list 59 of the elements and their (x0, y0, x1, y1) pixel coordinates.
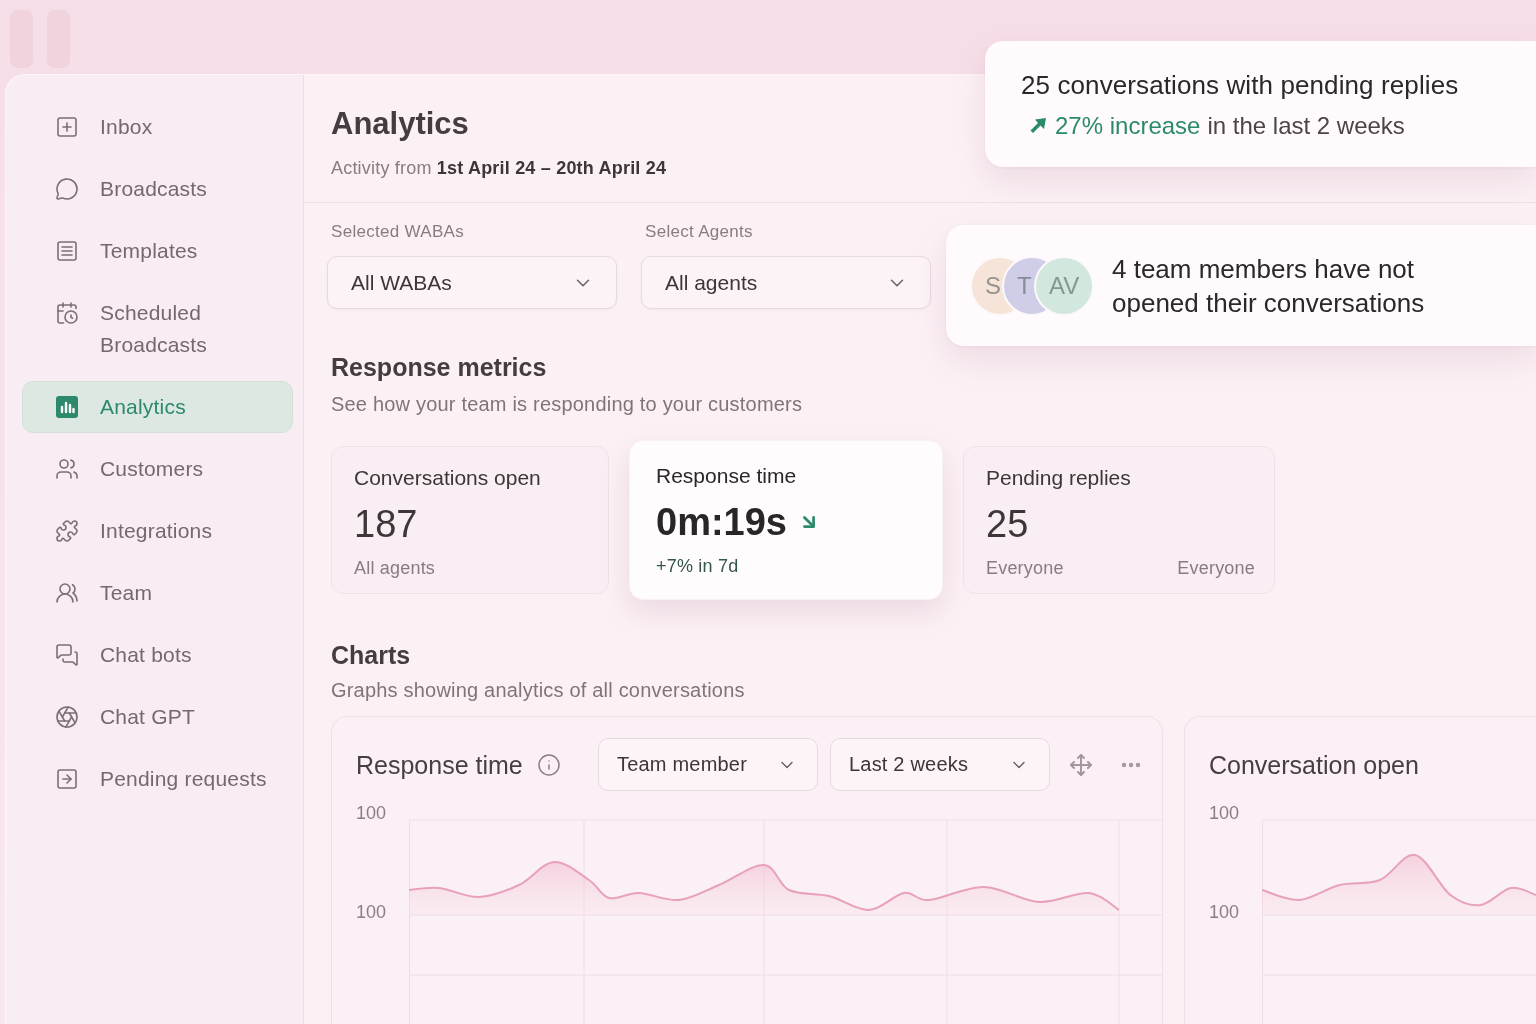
axis-label: 100 (1209, 804, 1240, 822)
metric-caption: All agents (354, 557, 436, 580)
list-square-icon (55, 239, 79, 263)
axis-label: 100 (356, 804, 387, 822)
notification-message: 4 team members have not opened their conversations (1112, 252, 1426, 320)
notification-title: 25 conversations with pending replies (1021, 69, 1459, 102)
metric-caption: +7% in 7d (656, 555, 739, 578)
metric-title: Response time (656, 463, 797, 489)
chat-bubbles-icon (55, 643, 79, 667)
section-subtitle: See how your team is responding to your customers (331, 392, 803, 417)
section-title: Charts (331, 640, 411, 671)
metric-value: 25 (986, 502, 1029, 546)
aperture-icon (55, 705, 79, 729)
sidebar-item[interactable]: Templates (22, 225, 293, 277)
chat-bubble-icon (55, 177, 79, 201)
metric-value: 0m:19s (656, 500, 787, 544)
metric-value: 187 (354, 502, 418, 546)
filter-label: Select Agents (645, 221, 753, 243)
square-plus-icon (55, 115, 79, 139)
bar-chart-icon (55, 395, 79, 419)
avatar-initials: T (1017, 271, 1032, 300)
trend-period-text: in the last 2 weeks (1207, 111, 1405, 141)
select-dropdown[interactable]: Team member (598, 738, 818, 791)
filter-label: Selected WABAs (331, 221, 464, 243)
sidebar-item[interactable]: Scheduled Broadcasts (22, 287, 293, 371)
sidebar-item[interactable]: Pending requests (22, 753, 293, 805)
metric-title: Conversations open (354, 465, 541, 491)
section-title: Response metrics (331, 352, 547, 383)
section-subtitle: Graphs showing analytics of all conversations (331, 678, 745, 703)
metric-caption: Everyone (1177, 557, 1255, 580)
page-title: Analytics (331, 105, 469, 143)
sidebar-item[interactable]: Analytics (22, 381, 293, 433)
metric-caption: Everyone (986, 557, 1064, 580)
select-dropdown[interactable]: All agents (641, 256, 931, 309)
puzzle-icon (55, 519, 79, 543)
select-dropdown[interactable]: All WABAs (327, 256, 617, 309)
move-icon[interactable] (1069, 752, 1093, 777)
metric-title: Pending replies (986, 465, 1131, 491)
select-dropdown[interactable]: Last 2 weeks (830, 738, 1050, 791)
date-range-text: Activity from 1st April 24 – 20th April 24 (331, 157, 667, 180)
sidebar-item[interactable]: Chat bots (22, 629, 293, 681)
axis-label: 100 (1209, 903, 1240, 921)
chart-title: Response time (356, 749, 523, 781)
sidebar-item[interactable]: Integrations (22, 505, 293, 557)
sidebar-item[interactable]: Inbox (22, 101, 293, 153)
info-icon[interactable] (536, 752, 561, 777)
calendar-clock-icon (55, 301, 79, 325)
sidebar-item[interactable]: Chat GPT (22, 691, 293, 743)
avatar-initials: S (985, 271, 1001, 300)
users-icon (55, 581, 79, 605)
chart-title: Conversation open (1209, 749, 1419, 781)
sidebar-item[interactable]: Broadcasts (22, 163, 293, 215)
trend-change-text: 27% increase (1055, 111, 1201, 141)
sidebar-item[interactable]: Customers (22, 443, 293, 495)
sidebar-item[interactable]: Team (22, 567, 293, 619)
users-icon (55, 457, 79, 481)
avatar-initials: AV (1049, 271, 1080, 300)
arrow-square-icon (55, 767, 79, 791)
axis-label: 100 (356, 903, 387, 921)
